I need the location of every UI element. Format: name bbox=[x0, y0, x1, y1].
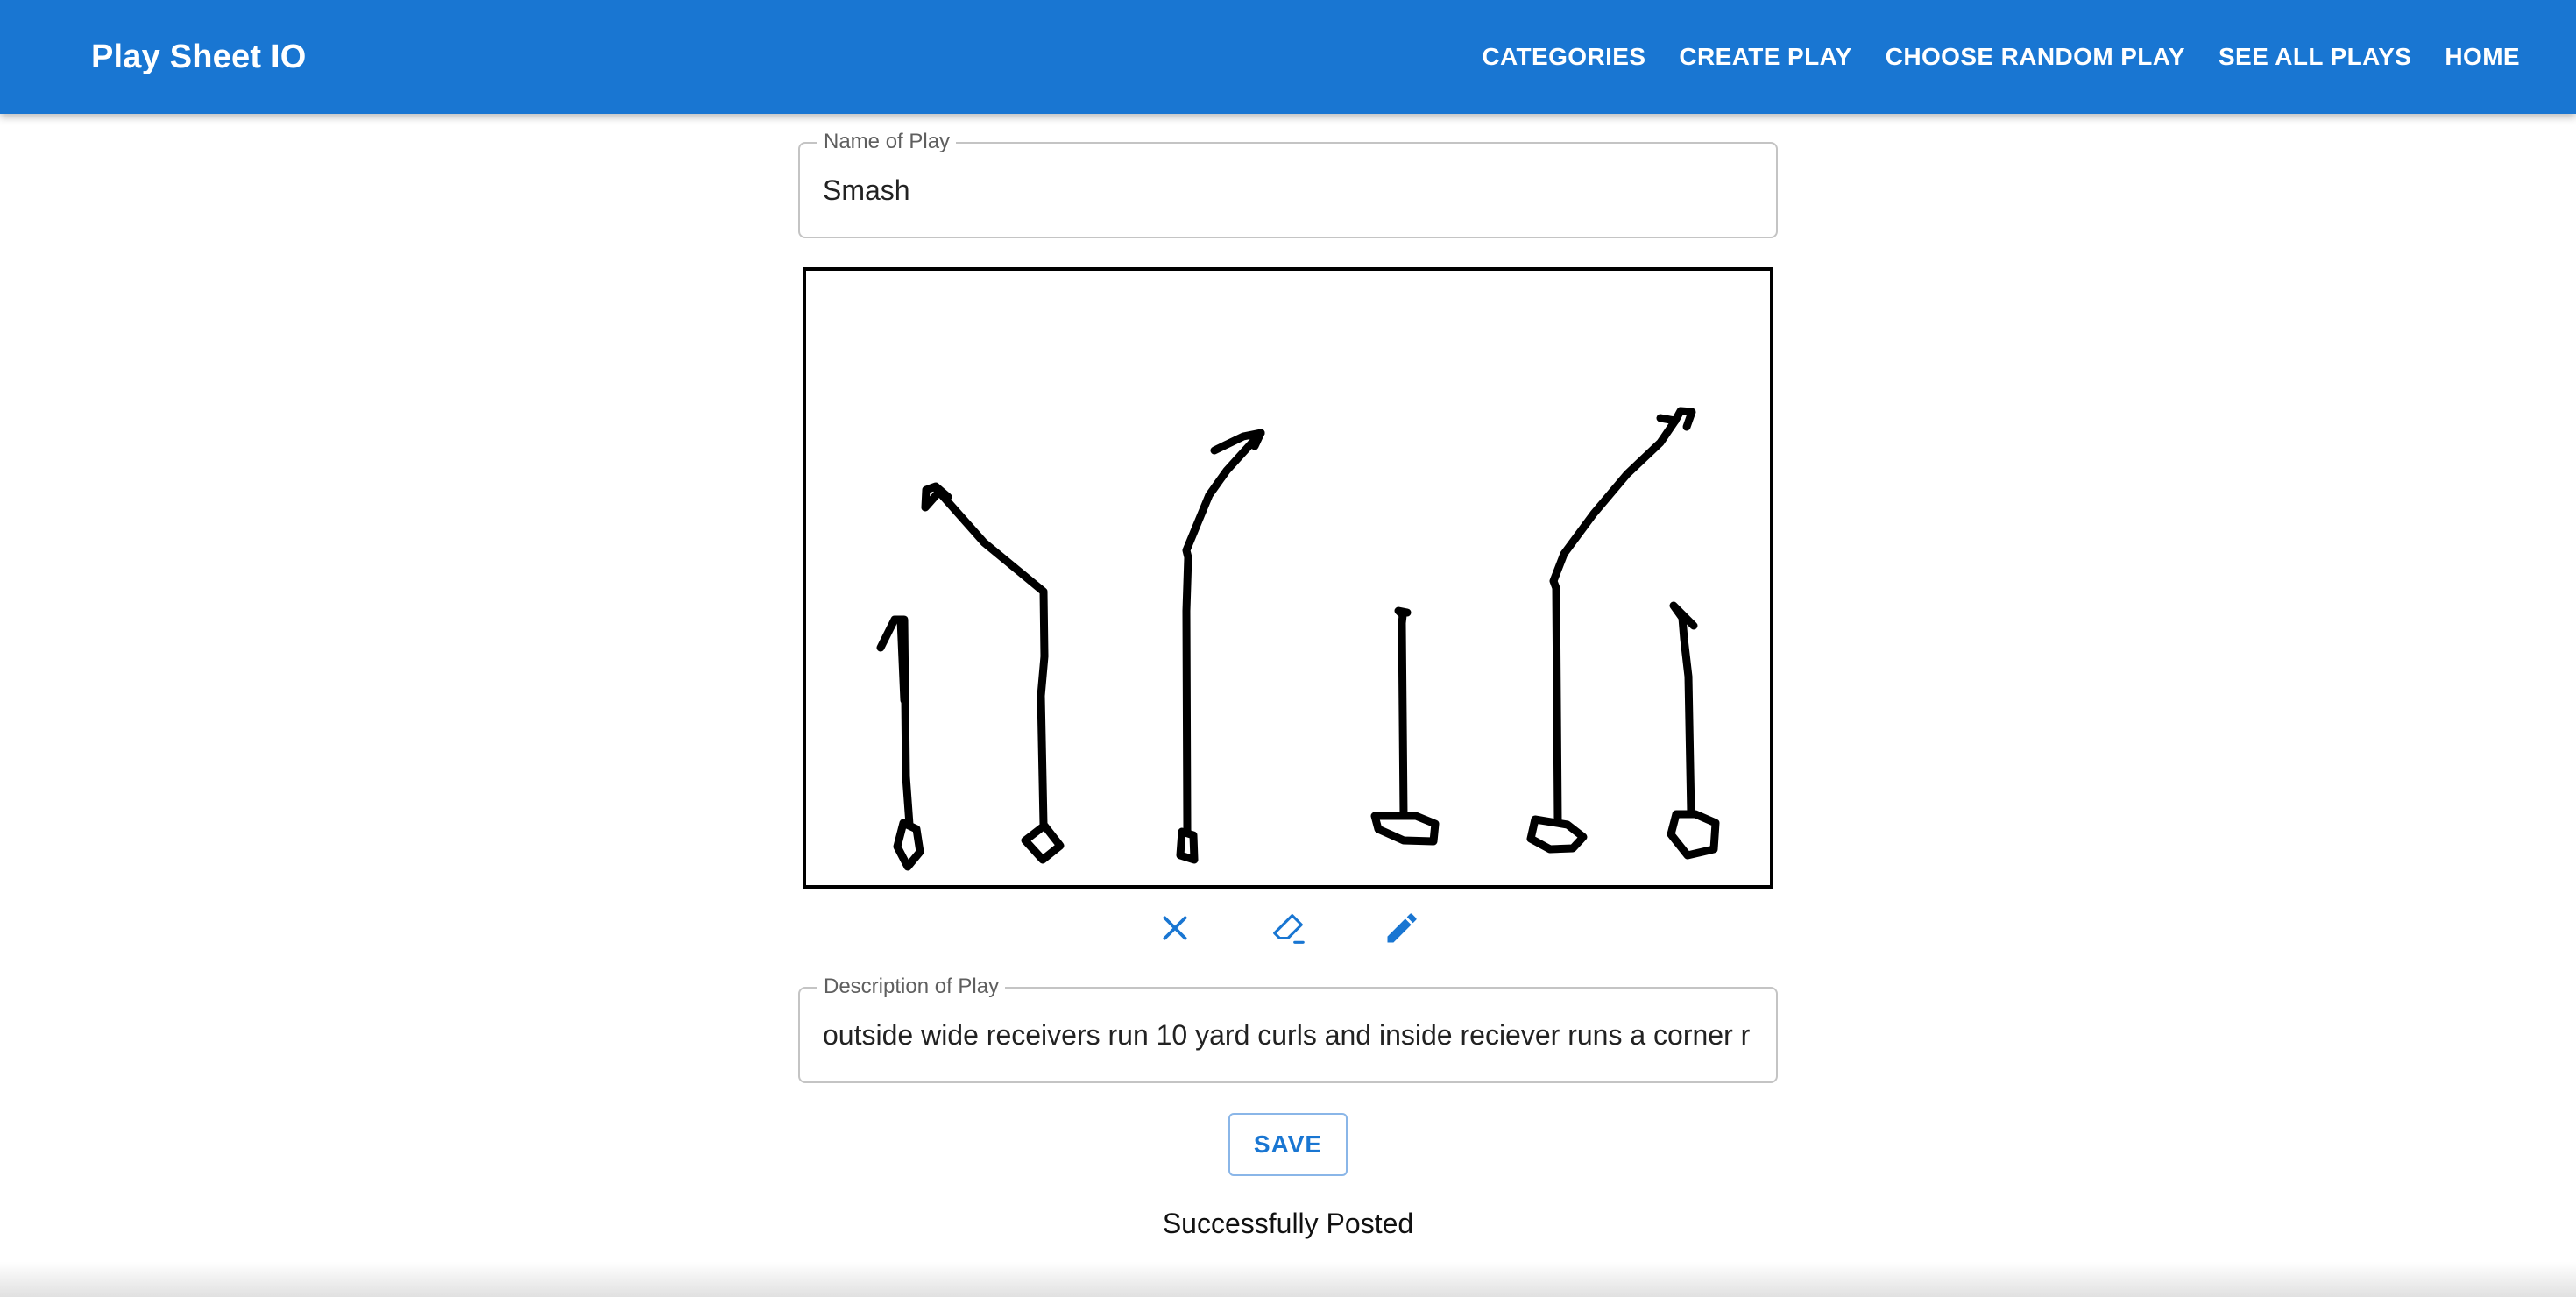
route-2 bbox=[921, 482, 1065, 864]
clear-canvas-button[interactable] bbox=[1150, 903, 1200, 953]
status-message: Successfully Posted bbox=[1162, 1208, 1414, 1239]
app-title[interactable]: Play Sheet IO bbox=[91, 39, 306, 76]
pencil-icon bbox=[1387, 913, 1417, 943]
app-bar: Play Sheet IO CATEGORIES CREATE PLAY CHO… bbox=[0, 0, 2576, 114]
route-6 bbox=[1667, 601, 1720, 860]
play-name-input[interactable]: Smash bbox=[823, 144, 1753, 237]
route-3 bbox=[1176, 429, 1265, 864]
play-description-field[interactable]: Description of Play outside wide receive… bbox=[798, 975, 1778, 1083]
play-name-field[interactable]: Name of Play Smash bbox=[798, 130, 1778, 238]
route-5 bbox=[1526, 407, 1696, 854]
drawing-toolbar bbox=[1139, 903, 1437, 953]
nav-see-all-plays[interactable]: SEE ALL PLAYS bbox=[2204, 27, 2425, 87]
route-1 bbox=[876, 615, 924, 871]
drawing-canvas[interactable] bbox=[803, 267, 1773, 889]
save-button[interactable]: SAVE bbox=[1228, 1113, 1348, 1176]
eraser-icon bbox=[1273, 914, 1305, 944]
top-nav: CATEGORIES CREATE PLAY CHOOSE RANDOM PLA… bbox=[1468, 27, 2534, 87]
play-description-input[interactable]: outside wide receivers run 10 yard curls… bbox=[823, 989, 1753, 1081]
close-icon bbox=[1163, 916, 1187, 940]
route-4 bbox=[1370, 606, 1440, 846]
nav-home[interactable]: HOME bbox=[2431, 27, 2534, 87]
nav-categories[interactable]: CATEGORIES bbox=[1468, 27, 1660, 87]
play-drawing bbox=[876, 407, 1720, 871]
nav-create-play[interactable]: CREATE PLAY bbox=[1665, 27, 1865, 87]
bottom-shadow bbox=[0, 1262, 2576, 1297]
pen-button[interactable] bbox=[1376, 903, 1427, 953]
eraser-button[interactable] bbox=[1263, 903, 1313, 953]
nav-choose-random-play[interactable]: CHOOSE RANDOM PLAY bbox=[1872, 27, 2199, 87]
